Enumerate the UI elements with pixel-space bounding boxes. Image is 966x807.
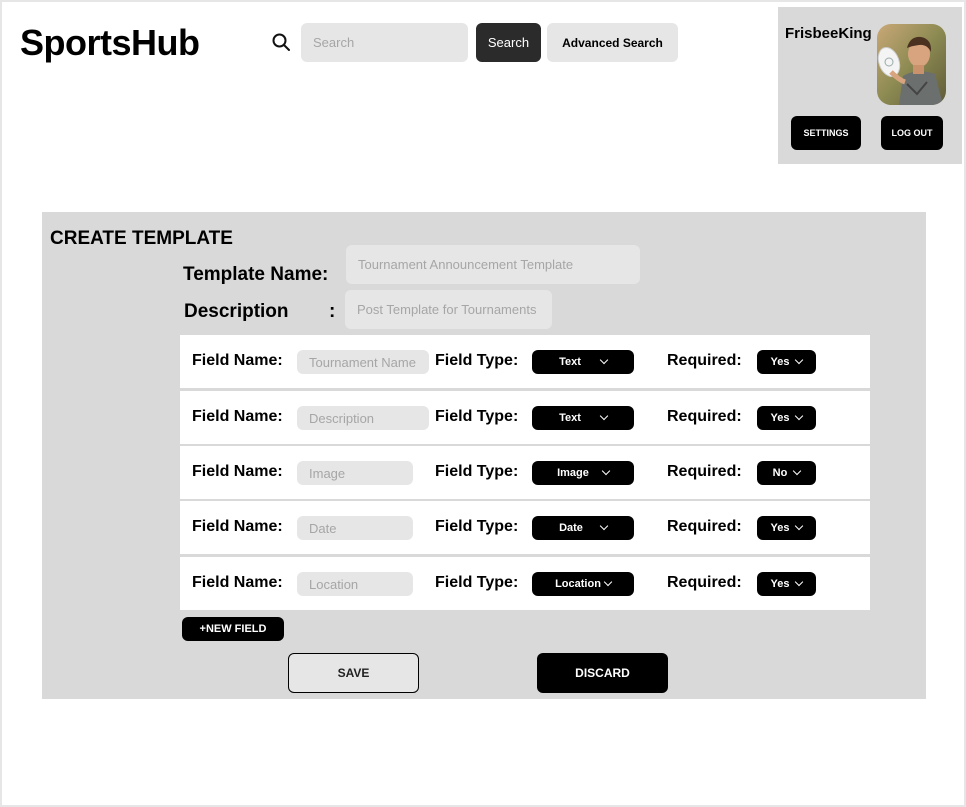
field-name-input[interactable] [297, 350, 429, 374]
field-type-value: Text [559, 412, 581, 424]
required-value: Yes [770, 356, 790, 368]
field-name-input[interactable] [297, 406, 429, 430]
field-row: Field Name: Field Type: Location Require… [180, 557, 870, 610]
save-button[interactable]: SAVE [288, 653, 419, 693]
field-type-label: Field Type: [435, 574, 519, 591]
required-label: Required: [667, 463, 742, 480]
discard-button[interactable]: DISCARD [537, 653, 668, 693]
field-type-value: Location [555, 578, 601, 590]
field-type-select[interactable]: Text [532, 350, 634, 374]
required-label: Required: [667, 518, 742, 535]
field-row: Field Name: Field Type: Image Required: … [180, 446, 870, 499]
field-type-label: Field Type: [435, 408, 519, 425]
username: FrisbeeKing [785, 25, 872, 42]
field-type-value: Image [557, 467, 589, 479]
required-select[interactable]: Yes [757, 406, 816, 430]
chevron-down-icon [795, 577, 804, 587]
field-type-select[interactable]: Image [532, 461, 634, 485]
required-select[interactable]: Yes [757, 516, 816, 540]
field-type-label: Field Type: [435, 518, 519, 535]
chevron-down-icon [599, 355, 609, 365]
logout-button[interactable]: LOG OUT [881, 116, 943, 150]
search-button[interactable]: Search [476, 23, 541, 62]
required-value: Yes [770, 412, 790, 424]
required-value: No [772, 467, 788, 479]
description-label: Description [184, 301, 289, 322]
field-type-select[interactable]: Location [532, 572, 634, 596]
required-value: Yes [770, 578, 790, 590]
field-row: Field Name: Field Type: Text Required: Y… [180, 391, 870, 444]
description-input[interactable] [345, 290, 552, 329]
chevron-down-icon [599, 521, 609, 531]
chevron-down-icon [601, 466, 611, 476]
site-logo[interactable]: SportsHub [20, 22, 200, 64]
panel-title: CREATE TEMPLATE [50, 228, 233, 249]
settings-button[interactable]: SETTINGS [791, 116, 861, 150]
required-select[interactable]: Yes [757, 572, 816, 596]
chevron-down-icon [795, 411, 804, 421]
chevron-down-icon [599, 411, 609, 421]
chevron-down-icon [795, 521, 804, 531]
field-type-select[interactable]: Date [532, 516, 634, 540]
chevron-down-icon [603, 577, 613, 587]
field-name-label: Field Name: [192, 518, 283, 535]
field-name-label: Field Name: [192, 463, 283, 480]
advanced-search-button[interactable]: Advanced Search [547, 23, 678, 62]
template-name-label: Template Name: [183, 264, 329, 285]
profile-card: FrisbeeKing SETTINGS LOG OUT [778, 7, 962, 164]
avatar[interactable] [877, 24, 946, 105]
field-name-label: Field Name: [192, 408, 283, 425]
create-template-panel: CREATE TEMPLATE Template Name: Descripti… [42, 212, 926, 699]
field-name-input[interactable] [297, 572, 413, 596]
field-name-input[interactable] [297, 516, 413, 540]
field-row: Field Name: Field Type: Date Required: Y… [180, 501, 870, 554]
required-label: Required: [667, 574, 742, 591]
required-value: Yes [770, 522, 790, 534]
required-select[interactable]: No [757, 461, 816, 485]
required-label: Required: [667, 408, 742, 425]
field-row: Field Name: Field Type: Text Required: Y… [180, 335, 870, 388]
app-frame: SportsHub Search Advanced Search Frisbee… [0, 0, 966, 807]
field-name-label: Field Name: [192, 574, 283, 591]
description-colon: : [329, 301, 336, 322]
template-name-input[interactable] [346, 245, 640, 284]
field-type-value: Date [559, 522, 583, 534]
field-name-label: Field Name: [192, 352, 283, 369]
search-icon[interactable] [271, 32, 291, 52]
search-input[interactable] [301, 23, 468, 62]
new-field-button[interactable]: +NEW FIELD [182, 617, 284, 641]
chevron-down-icon [795, 355, 804, 365]
required-label: Required: [667, 352, 742, 369]
field-type-label: Field Type: [435, 352, 519, 369]
field-name-input[interactable] [297, 461, 413, 485]
chevron-down-icon [793, 466, 802, 476]
field-type-label: Field Type: [435, 463, 519, 480]
field-type-select[interactable]: Text [532, 406, 634, 430]
required-select[interactable]: Yes [757, 350, 816, 374]
field-type-value: Text [559, 356, 581, 368]
